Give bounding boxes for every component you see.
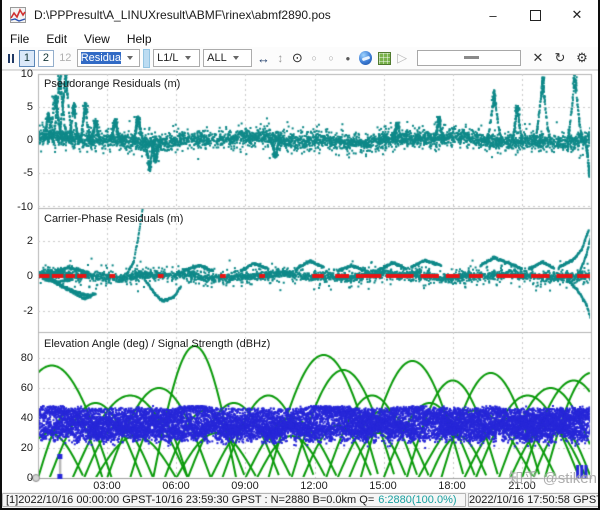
options-gear-icon[interactable]: ⚙ [574,49,590,67]
animate-play-icon[interactable]: ▷ [395,49,410,67]
fix-vertical-icon[interactable]: ○ [324,49,339,67]
view-double-button[interactable]: 2 [37,49,54,67]
window-controls: – ✕ [472,0,598,30]
time-slider[interactable] [416,50,521,66]
time-slider-handle[interactable] [463,56,479,59]
map-view-icon[interactable] [378,51,391,65]
titlebar: D:\PPPresult\A_LINUXresult\ABMF\rinex\ab… [2,0,598,30]
app-icon [10,7,26,23]
y-tick-label: 20 [20,442,33,454]
plot-region: Pseudorange Residuals (m) Carrier-Phase … [2,68,598,493]
fit-horizontal-icon[interactable]: ↔ [256,49,271,67]
minimize-button[interactable]: – [472,0,514,30]
x-tick-label: 06:00 [162,480,190,492]
menu-edit[interactable]: Edit [46,32,67,46]
pause-bars-icon[interactable] [8,53,14,63]
status-summary: [1]2022/10/16 00:00:00 GPST-10/16 23:59:… [6,494,375,506]
menubar: File Edit View Help [2,30,598,47]
plot2-title: Carrier-Phase Residuals (m) [44,213,184,225]
google-earth-icon[interactable] [359,51,373,65]
plot-canvas[interactable] [2,71,598,493]
satellite-value: ALL [207,52,227,64]
menu-file[interactable]: File [10,32,29,46]
y-tick-label: 0 [26,270,33,282]
plot-type-value: Residua [80,52,122,64]
y-tick-label: 10 [20,68,33,80]
menu-help[interactable]: Help [127,32,152,46]
close-button[interactable]: ✕ [556,0,598,30]
fix-horizontal-icon[interactable]: ○ [307,49,322,67]
menu-view[interactable]: View [84,32,110,46]
y-tick-label: 80 [20,352,33,364]
plot1-title: Pseudorange Residuals (m) [44,78,181,90]
status-time: 2022/10/16 17:50:58 GPST [468,493,598,507]
y-tick-label: 0 [26,472,33,484]
y-tick-label: 40 [20,412,33,424]
watermark: 知乎 @stiken [508,470,597,487]
chevron-down-icon [127,56,134,60]
toolbar: 1 2 12 Residua L1/L ALL ↔ ↕ ⊙ ○ ○ ● ▷ ✕ … [2,47,598,70]
chevron-down-icon [232,56,239,60]
rtkplot-window: D:\PPPresult\A_LINUXresult\ABMF\rinex\ab… [0,0,600,510]
center-origin-icon[interactable]: ⊙ [290,49,305,67]
x-tick-label: 03:00 [93,480,121,492]
y-tick-label: 0 [26,134,33,146]
x-tick-label: 18:00 [438,480,466,492]
y-tick-label: 5 [26,101,33,113]
maximize-button[interactable] [514,0,556,30]
y-tick-label: -10 [17,201,33,213]
obs-type-dropdown[interactable]: L1/L [153,49,201,67]
y-tick-label: 2 [26,235,33,247]
view-combined-button[interactable]: 12 [57,50,74,67]
obs-type-value: L1/L [157,52,179,64]
toolbar-right-group: ✕ ↻ ⚙ [527,49,593,67]
y-tick-label: 60 [20,382,33,394]
clear-icon[interactable]: ✕ [530,49,546,67]
status-quality: 6:2880(100.0%) [378,494,457,506]
toolbar-separator [143,48,151,68]
fix-center-icon[interactable]: ● [341,49,356,67]
x-tick-label: 12:00 [300,480,328,492]
y-tick-label: -5 [23,167,33,179]
view-single-button[interactable]: 1 [19,49,35,67]
status-left-panel: [1]2022/10/16 00:00:00 GPST-10/16 23:59:… [2,493,466,507]
maximize-icon [529,9,541,21]
window-title: D:\PPPresult\A_LINUXresult\ABMF\rinex\ab… [34,8,331,22]
refresh-icon[interactable]: ↻ [552,49,568,67]
chevron-down-icon [184,56,191,60]
satellite-dropdown[interactable]: ALL [203,49,253,67]
x-tick-label: 15:00 [369,480,397,492]
y-tick-label: -2 [23,305,33,317]
fit-vertical-icon[interactable]: ↕ [273,49,288,67]
statusbar: [1]2022/10/16 00:00:00 GPST-10/16 23:59:… [2,492,598,508]
plot-type-dropdown[interactable]: Residua [76,49,141,67]
x-tick-label: 09:00 [231,480,259,492]
plot3-title: Elevation Angle (deg) / Signal Strength … [44,338,271,350]
